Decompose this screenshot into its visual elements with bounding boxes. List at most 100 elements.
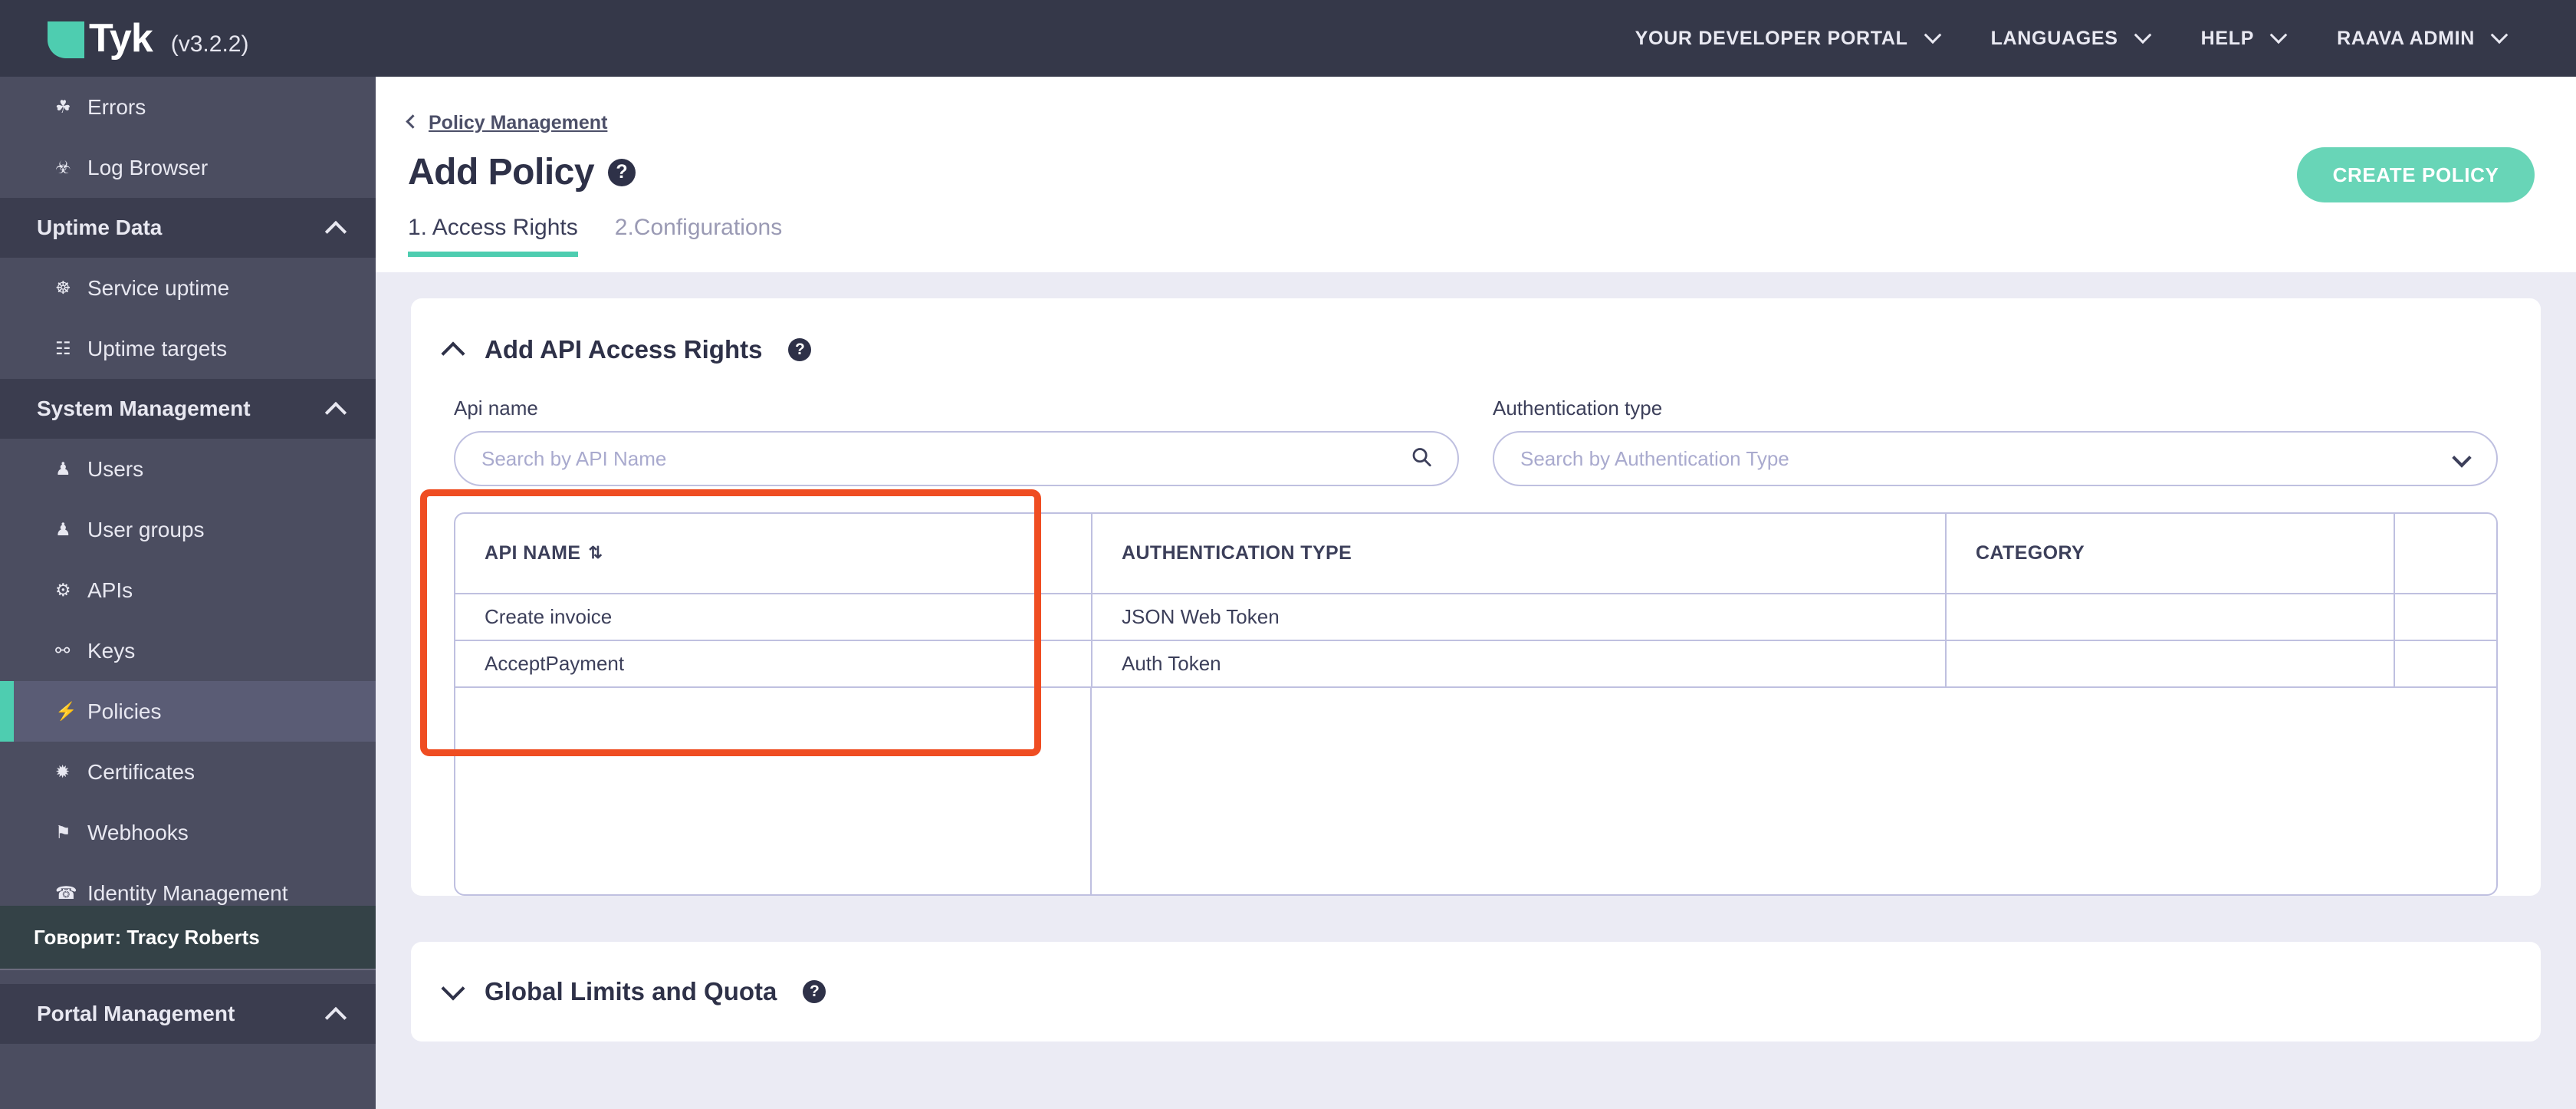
- create-policy-button[interactable]: CREATE POLICY: [2297, 147, 2535, 202]
- user-icon: ♟: [55, 459, 71, 479]
- sidebar-group-uptime-data[interactable]: Uptime Data: [0, 198, 376, 258]
- chevron-down-icon: [1924, 26, 1941, 44]
- sidebar: ☘ Errors ☣ Log Browser Uptime Data ☸ Service u…: [0, 77, 376, 1109]
- help-icon[interactable]: ?: [788, 338, 812, 361]
- chevron-down-icon: [2134, 26, 2151, 44]
- auth-type-select[interactable]: [1493, 431, 2498, 486]
- sidebar-group-system-management[interactable]: System Management: [0, 379, 376, 439]
- table-header-row: API NAME ⇅ AUTHENTICATION TYPE CATEGORY: [455, 514, 2496, 594]
- table-row[interactable]: Create invoice JSON Web Token: [455, 594, 2496, 641]
- empty-cell-auth: [1092, 688, 1946, 894]
- sidebar-group-label: Portal Management: [37, 1002, 235, 1025]
- sidebar-group-label: System Management: [37, 397, 251, 420]
- top-navigation: YOUR DEVELOPER PORTAL LANGUAGES HELP RAA…: [1609, 26, 2532, 50]
- nav-item-account[interactable]: RAAVA ADMIN: [2311, 26, 2532, 50]
- help-icon[interactable]: ?: [608, 158, 636, 186]
- sidebar-item-keys[interactable]: ⚯ Keys: [0, 620, 376, 681]
- logo-text: Tyk: [89, 16, 153, 61]
- sidebar-item-webhooks[interactable]: ⚑ Webhooks: [0, 802, 376, 863]
- tab-access-rights[interactable]: 1. Access Rights: [408, 215, 578, 257]
- phone-icon: ☎: [55, 883, 77, 903]
- chevron-up-icon: [324, 401, 347, 424]
- sidebar-item-service-uptime[interactable]: ☸ Service uptime: [0, 258, 376, 318]
- speaker-tooltip: Говорит: Tracy Roberts: [0, 906, 376, 970]
- auth-type-field-group: Authentication type: [1493, 397, 2498, 486]
- bug-icon: ☣: [55, 157, 71, 177]
- sidebar-item-policies[interactable]: ⚡ Policies: [0, 681, 376, 742]
- cell-api-name: Create invoice: [455, 594, 1092, 641]
- cell-action: [2394, 594, 2496, 641]
- sidebar-item-certificates[interactable]: ✹ Certificates: [0, 742, 376, 802]
- sitemap-icon: ⚯: [55, 640, 71, 660]
- sidebar-item-label: Service uptime: [87, 275, 230, 300]
- table-row[interactable]: AcceptPayment Auth Token: [455, 640, 2496, 688]
- page-title: Add Policy: [408, 152, 595, 193]
- main-content: Policy Management Add Policy ? 1. Access…: [376, 77, 2576, 1109]
- chevron-up-icon[interactable]: [441, 341, 465, 366]
- brand-logo[interactable]: Tyk (v3.2.2): [48, 18, 248, 58]
- sidebar-item-user-groups[interactable]: ♟ User groups: [0, 499, 376, 560]
- tab-configurations[interactable]: 2.Configurations: [615, 215, 782, 257]
- sidebar-item-label: Log Browser: [87, 155, 209, 179]
- users-icon: ♟: [55, 519, 71, 539]
- sidebar-item-apis[interactable]: ⚙ APIs: [0, 560, 376, 620]
- page-header: Policy Management Add Policy ? 1. Access…: [376, 77, 2576, 272]
- sort-icon[interactable]: ⇅: [588, 543, 603, 563]
- access-rights-card: Add API Access Rights ? Api name Authen: [411, 298, 2541, 896]
- cell-category: [1946, 640, 2395, 688]
- sidebar-item-label: Errors: [87, 94, 146, 119]
- sidebar-item-users[interactable]: ♟ Users: [0, 439, 376, 499]
- sidebar-item-label: User groups: [87, 517, 205, 541]
- nav-item-help[interactable]: HELP: [2175, 26, 2311, 50]
- api-name-search-input[interactable]: [454, 431, 1459, 486]
- sidebar-item-label: Users: [87, 456, 144, 481]
- api-name-field-group: Api name: [454, 397, 1459, 486]
- sidebar-item-label: Policies: [87, 699, 162, 723]
- global-limits-title: Global Limits and Quota: [485, 977, 777, 1005]
- help-icon[interactable]: ?: [803, 980, 826, 1003]
- global-limits-card-header[interactable]: Global Limits and Quota ?: [411, 942, 2541, 1042]
- chevron-down-icon: [2269, 26, 2288, 44]
- chevron-up-icon: [324, 1006, 347, 1029]
- sidebar-item-label: Certificates: [87, 759, 196, 784]
- api-access-table: API NAME ⇅ AUTHENTICATION TYPE CATEGORY C…: [455, 514, 2496, 688]
- speaker-tooltip-text: Говорит: Tracy Roberts: [34, 925, 260, 949]
- auth-type-label: Authentication type: [1493, 397, 1663, 420]
- tab-bar: 1. Access Rights 2.Configurations: [408, 215, 2576, 257]
- chevron-down-icon: [2490, 26, 2509, 44]
- access-rights-title: Add API Access Rights: [485, 335, 763, 364]
- cell-action: [2394, 640, 2496, 688]
- version-label: (v3.2.2): [170, 31, 249, 57]
- nav-label: HELP: [2200, 27, 2255, 49]
- cell-api-name: AcceptPayment: [455, 640, 1092, 688]
- column-header-authentication-type[interactable]: AUTHENTICATION TYPE: [1092, 514, 1947, 594]
- chevron-down-icon[interactable]: [441, 976, 465, 1001]
- cell-auth-type: JSON Web Token: [1092, 594, 1947, 641]
- nav-item-languages[interactable]: LANGUAGES: [1965, 26, 2175, 50]
- breadcrumb-label: Policy Management: [429, 112, 608, 133]
- access-rights-card-header[interactable]: Add API Access Rights ?: [411, 298, 2541, 366]
- top-bar: Tyk (v3.2.2) YOUR DEVELOPER PORTAL LANGU…: [0, 0, 2576, 77]
- breadcrumb[interactable]: Policy Management: [406, 112, 608, 134]
- nav-item-developer-portal[interactable]: YOUR DEVELOPER PORTAL: [1609, 26, 1965, 50]
- sidebar-item-label: APIs: [87, 578, 133, 602]
- sidebar-item-errors[interactable]: ☘ Errors: [0, 77, 376, 137]
- sidebar-item-log-browser[interactable]: ☣ Log Browser: [0, 137, 376, 198]
- column-label: API NAME: [485, 542, 581, 564]
- global-limits-card: Global Limits and Quota ?: [411, 942, 2541, 1042]
- sidebar-item-uptime-targets[interactable]: ☷ Uptime targets: [0, 318, 376, 379]
- column-header-category[interactable]: CATEGORY: [1946, 514, 2395, 594]
- table-empty-area: [455, 688, 2496, 894]
- column-header-api-name[interactable]: API NAME ⇅: [455, 514, 1092, 594]
- column-header-actions: [2394, 514, 2496, 594]
- cubes-icon: ☸: [55, 278, 71, 298]
- sidebar-item-label: Webhooks: [87, 820, 189, 844]
- sidebar-item-label: Keys: [87, 638, 136, 663]
- gears-icon: ⚙: [55, 580, 71, 600]
- sidebar-group-portal-management[interactable]: Portal Management: [0, 984, 376, 1044]
- empty-cell-category: [1946, 688, 2394, 894]
- sidebar-item-label: Uptime targets: [87, 336, 228, 360]
- bell-icon: ⚑: [55, 822, 71, 842]
- bomb-icon: ☘: [55, 97, 71, 117]
- nav-label: LANGUAGES: [1990, 27, 2118, 49]
